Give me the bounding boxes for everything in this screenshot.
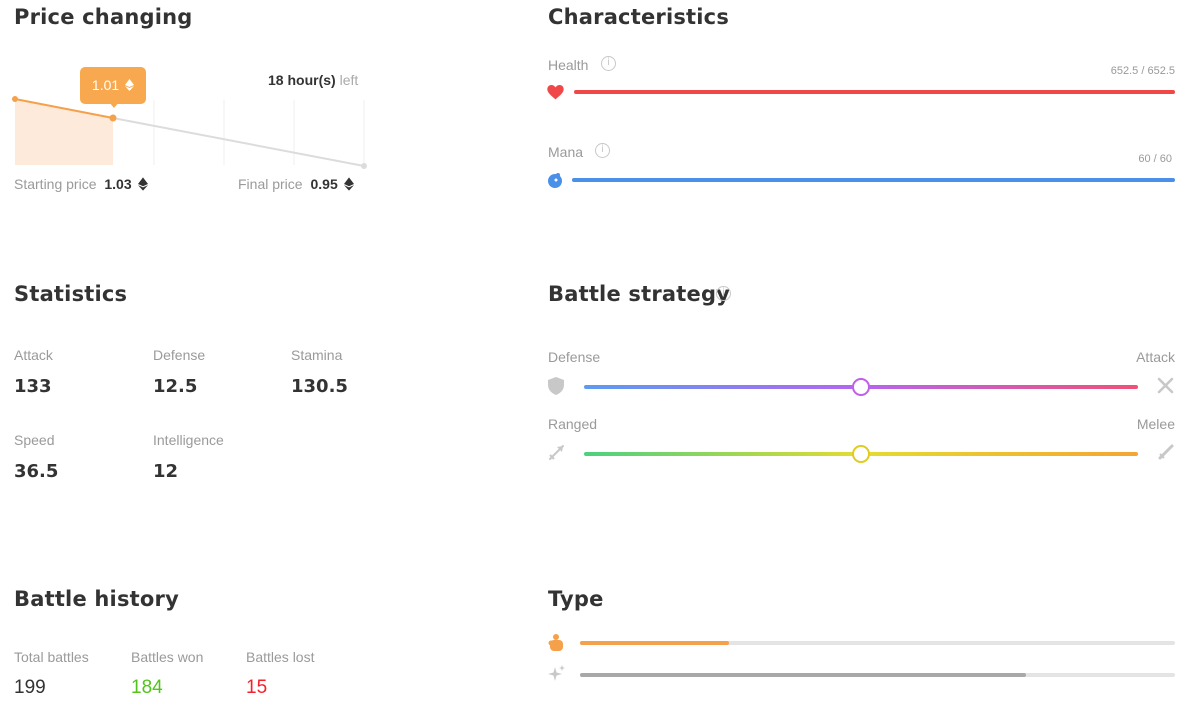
sword-icon — [1158, 444, 1174, 460]
battles-won-label: Battles won — [131, 649, 204, 665]
price-current-point — [109, 114, 117, 122]
health-label: Health — [548, 57, 589, 73]
mana-potion-icon — [548, 173, 562, 188]
battles-lost-value: 15 — [246, 677, 268, 698]
stat-label-speed: Speed — [14, 432, 55, 448]
stat-value-stamina: 130.5 — [291, 376, 348, 397]
final-price: Final price 0.95 — [238, 176, 354, 192]
mana-value: 60 / 60 — [1138, 153, 1172, 165]
final-price-value: 0.95 — [310, 176, 338, 192]
info-icon[interactable] — [601, 56, 616, 71]
crossed-swords-icon — [1157, 377, 1174, 394]
time-left: 18 hour(s) left — [268, 72, 358, 88]
type-bar-1-track — [580, 641, 1175, 645]
price-tooltip-value: 1.01 — [91, 77, 120, 93]
strategy-defense-label: Defense — [548, 349, 601, 365]
info-icon[interactable] — [595, 143, 610, 158]
health-bar-fill — [574, 90, 1175, 94]
time-left-suffix: left — [339, 72, 359, 88]
statistics-title: Statistics — [14, 282, 128, 306]
type-bar-2-track — [580, 673, 1175, 677]
characteristics-title: Characteristics — [548, 5, 730, 29]
mana-label: Mana — [548, 144, 584, 160]
total-battles-value: 199 — [14, 677, 46, 698]
stat-value-defense: 12.5 — [153, 376, 198, 397]
stat-value-speed: 36.5 — [14, 461, 59, 482]
type-bar-1-fill — [580, 641, 729, 645]
attack-defense-slider-handle[interactable] — [852, 378, 870, 396]
arrow-icon — [549, 445, 564, 460]
stat-label-defense: Defense — [153, 347, 206, 363]
strategy-attack-label: Attack — [1136, 349, 1175, 365]
mana-bar-track — [572, 178, 1175, 182]
stat-label-stamina: Stamina — [291, 347, 343, 363]
stat-value-intelligence: 12 — [153, 461, 179, 482]
price-remaining-line — [112, 117, 365, 167]
battles-lost-label: Battles lost — [246, 649, 315, 665]
price-start-point — [12, 96, 18, 102]
price-tooltip: 1.01 — [80, 67, 146, 108]
ranged-melee-slider-handle[interactable] — [852, 445, 870, 463]
shield-icon — [548, 377, 564, 395]
stat-value-attack: 133 — [14, 376, 52, 397]
strategy-melee-label: Melee — [1136, 416, 1175, 432]
battle-strategy-title: Battle strategy — [548, 282, 731, 306]
battles-won-value: 184 — [131, 677, 163, 698]
eth-icon — [137, 177, 148, 191]
total-battles-label: Total battles — [14, 649, 89, 665]
battle-history-title: Battle history — [14, 587, 179, 611]
mana-bar-fill — [572, 178, 1175, 182]
stat-label-attack: Attack — [14, 347, 53, 363]
info-icon[interactable] — [716, 286, 731, 301]
health-bar-track — [574, 90, 1175, 94]
heart-icon — [547, 85, 564, 100]
type-title: Type — [548, 587, 604, 611]
eth-icon — [343, 177, 354, 191]
sparkles-icon — [548, 665, 565, 681]
starting-price-value: 1.03 — [104, 176, 132, 192]
starting-price: Starting price 1.03 — [14, 176, 148, 192]
stat-label-intelligence: Intelligence — [153, 432, 224, 448]
eth-icon — [125, 79, 135, 91]
final-price-label: Final price — [238, 176, 303, 192]
price-changing-title: Price changing — [14, 5, 193, 29]
health-value: 652.5 / 652.5 — [1110, 65, 1175, 77]
fist-icon — [548, 634, 563, 651]
strategy-ranged-label: Ranged — [548, 416, 598, 432]
time-left-value: 18 hour(s) — [268, 72, 336, 88]
price-end-point — [361, 163, 367, 169]
type-bar-2-fill — [580, 673, 1027, 677]
starting-price-label: Starting price — [14, 176, 97, 192]
